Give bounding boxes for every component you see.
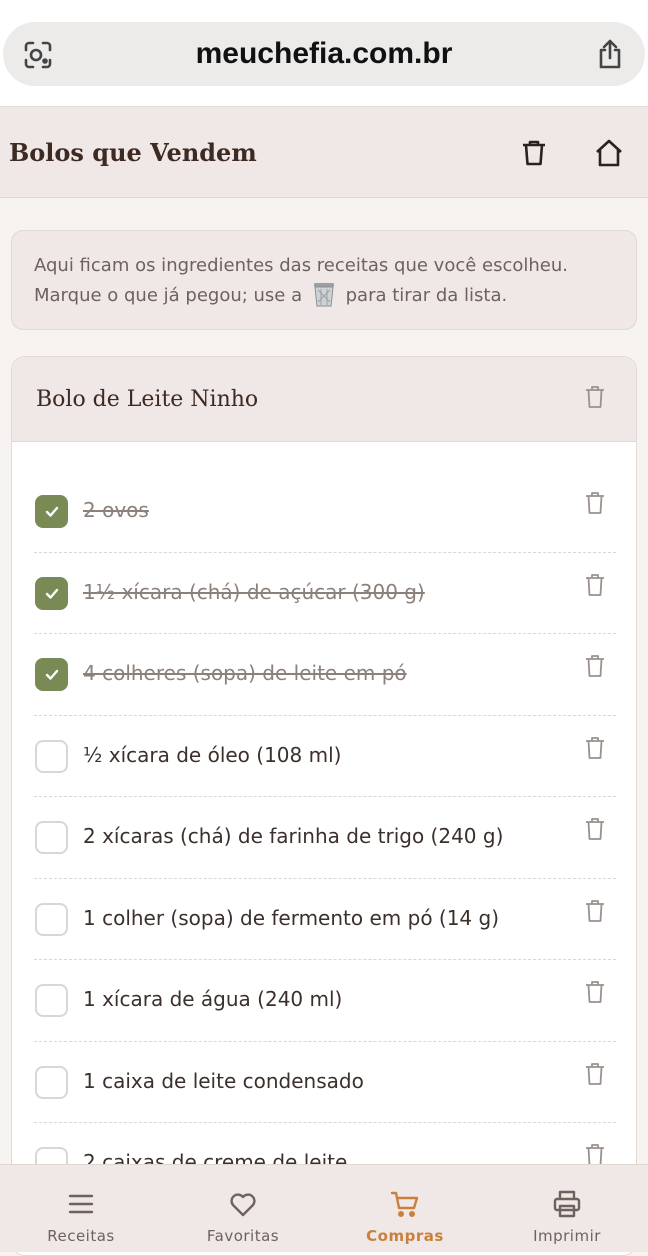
nav-item-imprimir[interactable]: Imprimir: [486, 1165, 648, 1253]
nav-label: Compras: [366, 1227, 444, 1245]
page-title: Bolos que Vendem: [9, 138, 257, 167]
remove-recipe-trash-icon[interactable]: [584, 385, 606, 409]
remove-item-trash-icon[interactable]: [584, 654, 606, 678]
ingredient-item: 2 ovos: [12, 471, 636, 553]
ingredient-item: 1½ xícara (chá) de açúcar (300 g): [12, 553, 636, 635]
ingredient-label: 2 xícaras (chá) de farinha de trigo (240…: [83, 824, 504, 848]
ingredient-item: 1 caixa de leite condensado: [12, 1042, 636, 1124]
remove-item-trash-icon[interactable]: [584, 491, 606, 515]
wastebasket-icon: [312, 281, 336, 307]
nav-item-compras[interactable]: Compras: [324, 1165, 486, 1253]
trash-icon[interactable]: [518, 137, 550, 169]
home-icon[interactable]: [593, 137, 625, 169]
ingredient-item: 1 colher (sopa) de fermento em pó (14 g): [12, 879, 636, 961]
ingredient-label: 1 colher (sopa) de fermento em pó (14 g): [83, 905, 500, 930]
nav-label: Imprimir: [533, 1227, 601, 1245]
url-text[interactable]: meuchefia.com.br: [3, 22, 645, 86]
ingredient-checkbox[interactable]: [35, 658, 68, 691]
ingredient-label: 2 ovos: [83, 498, 149, 522]
recipe-title: Bolo de Leite Ninho: [36, 387, 259, 412]
recipe-card-header: Bolo de Leite Ninho: [12, 357, 636, 442]
nav-label: Receitas: [47, 1227, 115, 1245]
ingredient-item: 1 xícara de água (240 ml): [12, 960, 636, 1042]
ingredient-checkbox[interactable]: [35, 821, 68, 854]
info-text-end: para tirar da lista.: [345, 285, 508, 306]
ingredient-checkbox[interactable]: [35, 1065, 68, 1099]
nav-item-receitas[interactable]: Receitas: [0, 1165, 162, 1253]
ingredient-label: 1½ xícara (chá) de açúcar (300 g): [83, 579, 425, 604]
app-header: Bolos que Vendem: [0, 106, 648, 198]
nav-item-favoritas[interactable]: Favoritas: [162, 1165, 324, 1253]
ingredient-item: 2 xícaras (chá) de farinha de trigo (240…: [12, 797, 636, 879]
ingredient-checkbox[interactable]: [35, 902, 68, 936]
address-bar[interactable]: meuchefia.com.br: [3, 22, 645, 86]
ingredient-checkbox[interactable]: [35, 739, 68, 773]
ingredient-label: 1 xícara de água (240 ml): [83, 987, 343, 1011]
ingredient-item: ½ xícara de óleo (108 ml): [12, 716, 636, 798]
ingredient-checkbox[interactable]: [35, 576, 68, 610]
ingredient-checkbox[interactable]: [35, 984, 68, 1017]
remove-item-trash-icon[interactable]: [584, 899, 606, 923]
info-box: Aqui ficam os ingredientes das receitas …: [11, 230, 637, 330]
ingredient-label: 1 caixa de leite condensado: [83, 1068, 364, 1093]
share-icon[interactable]: [595, 38, 625, 70]
recipe-card: Bolo de Leite Ninho 2 ovos 1½ xícara (chá…: [11, 356, 637, 1256]
remove-item-trash-icon[interactable]: [584, 1062, 606, 1086]
ingredient-checkbox[interactable]: [35, 495, 68, 528]
nav-label: Favoritas: [206, 1227, 280, 1245]
remove-item-trash-icon[interactable]: [584, 573, 606, 597]
remove-item-trash-icon[interactable]: [584, 817, 606, 841]
bottom-nav: Receitas Favoritas Compras Imprimir: [0, 1164, 648, 1252]
remove-item-trash-icon[interactable]: [584, 980, 606, 1004]
ingredient-label: ½ xícara de óleo (108 ml): [83, 742, 342, 767]
ingredient-item: 4 colheres (sopa) de leite em pó: [12, 634, 636, 716]
browser-bar: meuchefia.com.br: [0, 0, 648, 106]
remove-item-trash-icon[interactable]: [584, 736, 606, 760]
ingredient-list: 2 ovos 1½ xícara (chá) de açúcar (300 g) 4…: [12, 471, 636, 1205]
ingredient-label: 4 colheres (sopa) de leite em pó: [83, 661, 407, 685]
